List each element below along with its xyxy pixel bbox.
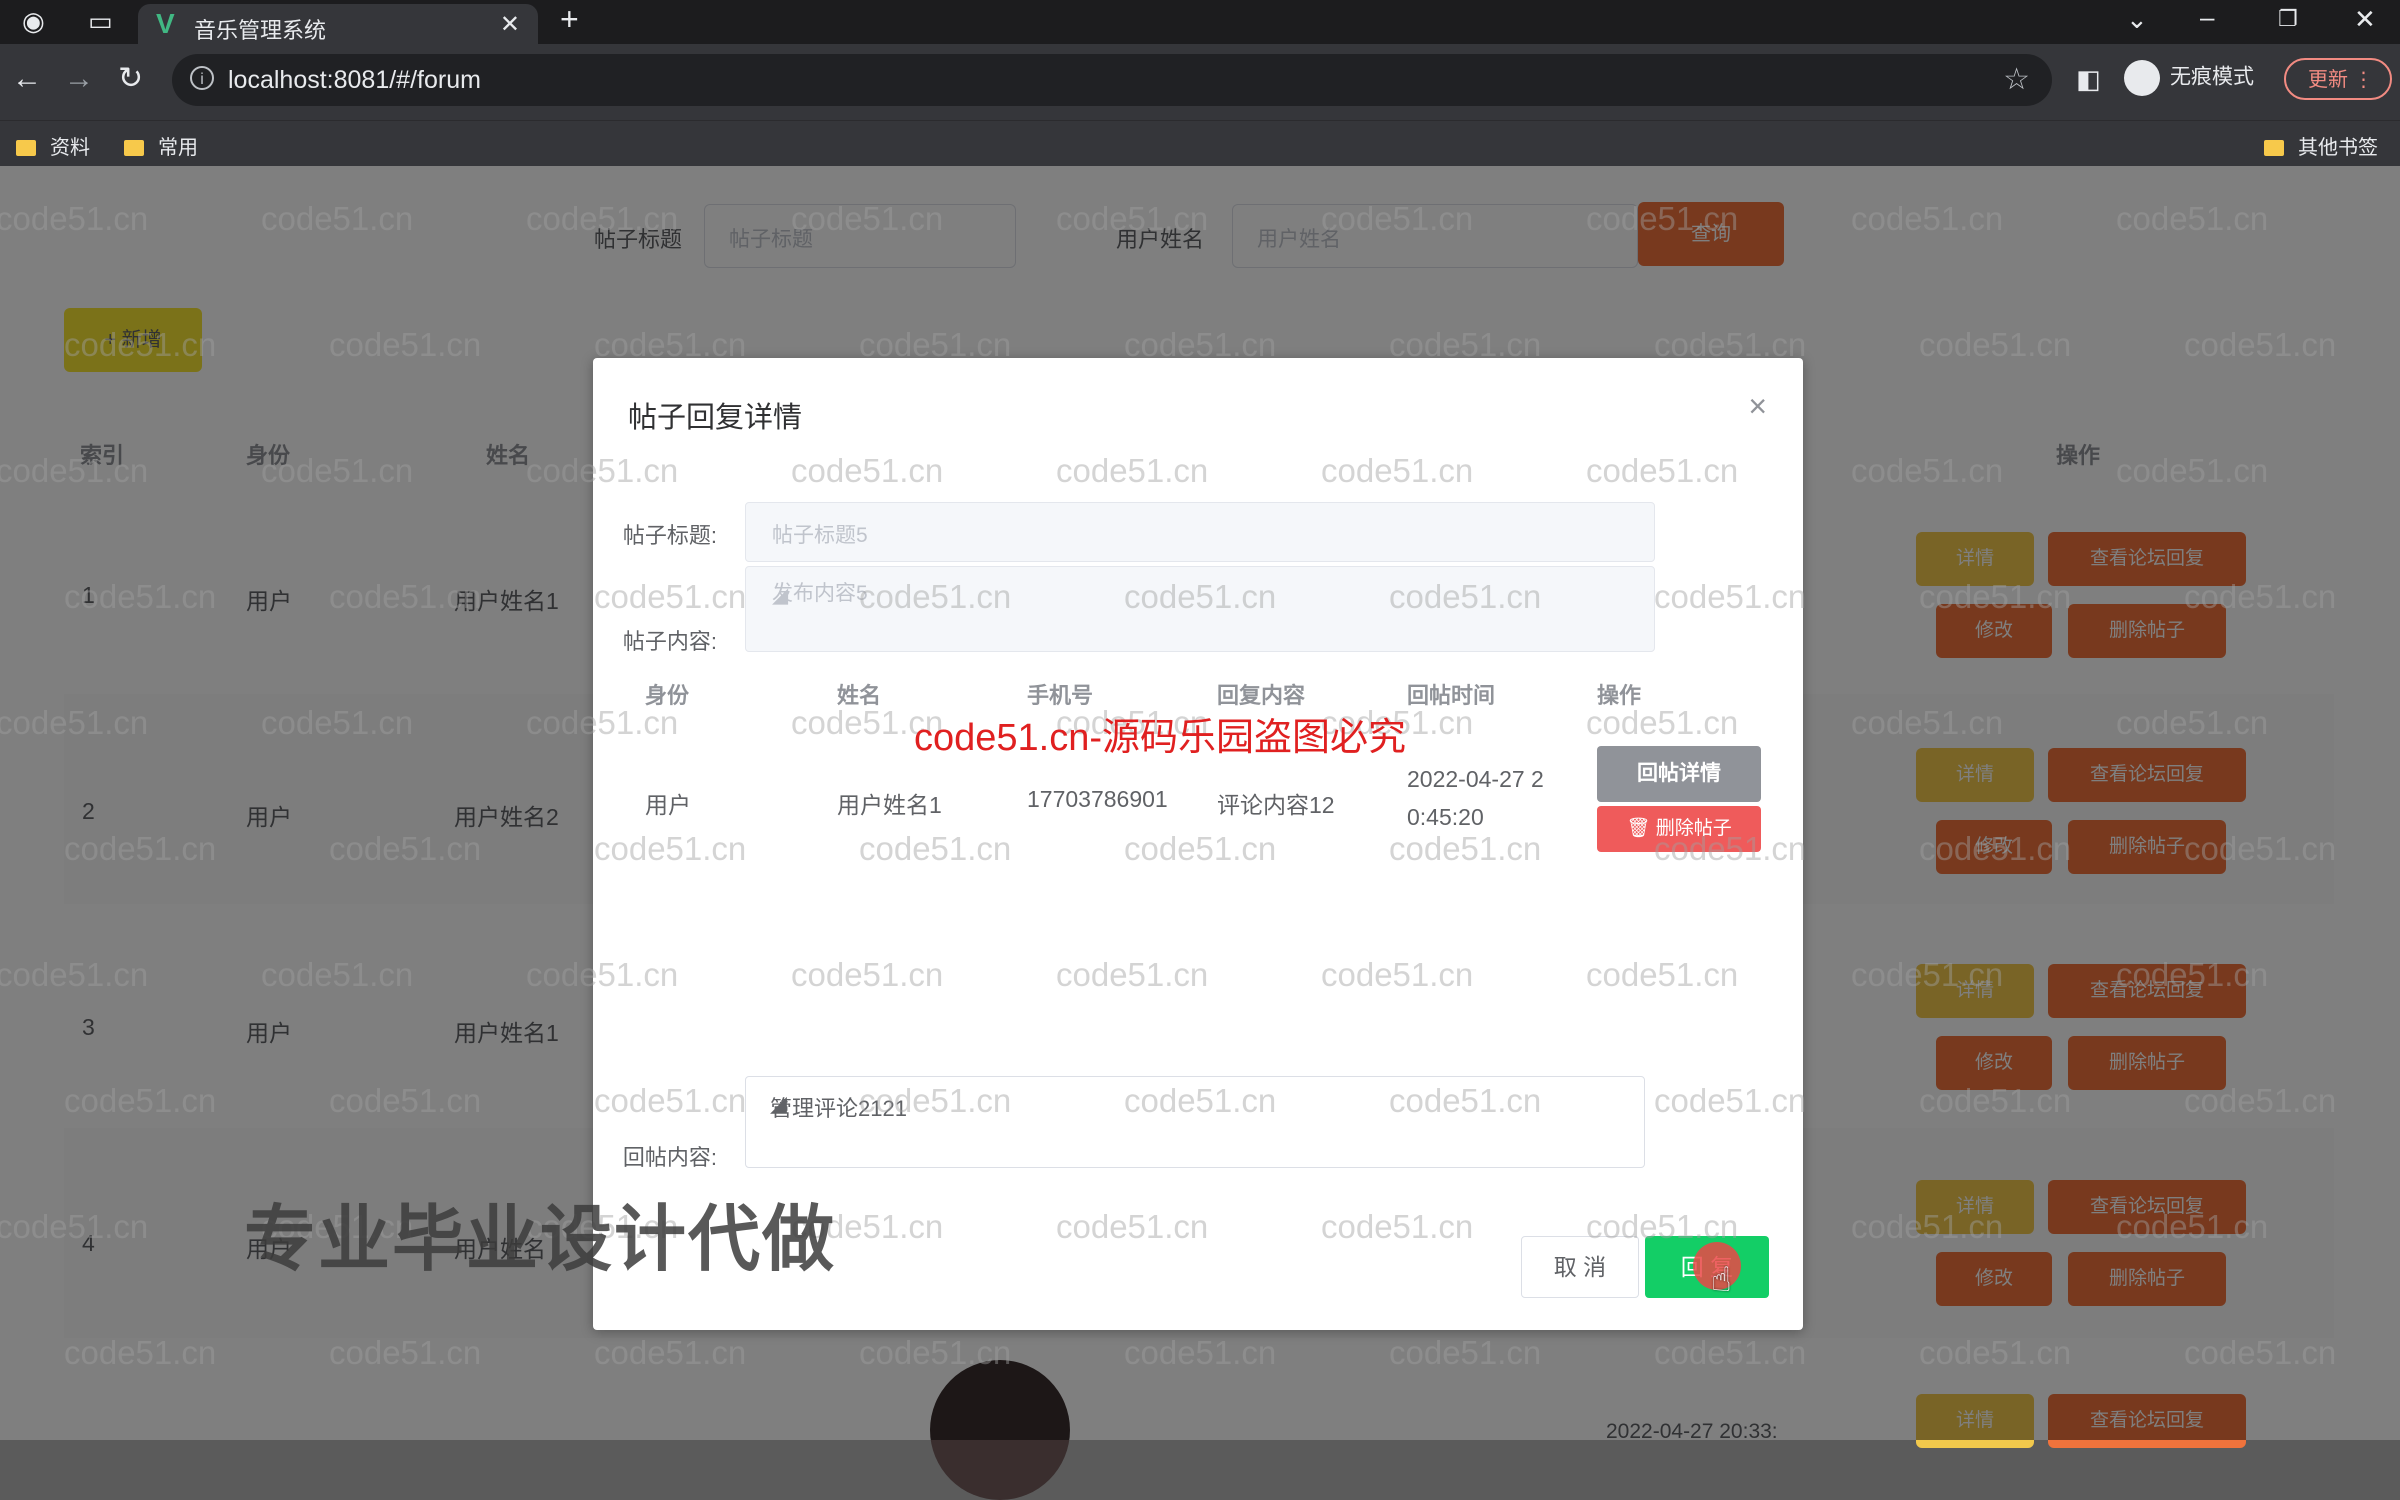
tab-close-icon[interactable]: ✕ [500,10,520,39]
big-watermark: 专业毕业设计代做 [244,1200,837,1280]
bookmark-star-icon[interactable]: ☆ [2003,62,2030,97]
reply-identity: 用户 [645,792,691,818]
tab-title: 音乐管理系统 [194,18,327,43]
address-row: ← → ↻ i localhost:8081/#/forum ☆ ◧ 无痕模式 … [0,44,2400,120]
reply-name: 用户姓名1 [837,792,942,818]
reply-time-line1: 2022-04-27 2 [1407,766,1544,792]
post-title-value: 帖子标题5 [772,524,868,547]
incognito-indicator[interactable]: 无痕模式 [2124,60,2254,96]
minimize-icon[interactable]: – [2200,4,2214,30]
reply-detail-button[interactable]: 回帖详情 [1597,746,1761,802]
close-icon[interactable]: × [1748,388,1767,425]
reply-content: 评论内容12 [1217,792,1335,818]
forward-icon[interactable]: → [64,64,94,94]
tab-strip: ◉ ▭ V 音乐管理系统 ✕ + ⌄ – ❐ ✕ [0,0,2400,44]
resize-handle-icon[interactable]: ◢ [770,1091,1640,1165]
post-content-field: 发布内容5 ◢ [745,566,1655,652]
cancel-button[interactable]: 取 消 [1521,1236,1639,1298]
reply-header-identity: 身份 [645,683,690,708]
other-bookmarks[interactable]: 其他书签 [2264,131,2378,160]
browser-menu-icon[interactable]: ◉ [22,8,45,34]
update-button[interactable]: 更新 ⋮ [2284,58,2392,100]
reply-delete-label: 删除帖子 [1655,818,1732,839]
dialog-title: 帖子回复详情 [628,402,803,434]
bookmark-label: 资料 [50,137,90,159]
post-content-label: 帖子内容: [622,629,717,654]
folder-icon [16,140,36,156]
bookmark-folder-ziliao[interactable]: 资料 [16,131,90,160]
tab-list-chevron-icon[interactable]: ⌄ [2126,6,2148,32]
reply-header-name: 姓名 [837,683,882,708]
window-close-icon[interactable]: ✕ [2354,6,2376,32]
reload-icon[interactable]: ↻ [118,64,143,94]
bookmark-folder-changyong[interactable]: 常用 [124,131,198,160]
back-icon[interactable]: ← [12,64,42,94]
reply-delete-button[interactable]: 🗑 删除帖子 [1597,806,1761,852]
reply-time-line2: 0:45:20 [1407,804,1484,830]
resize-handle-icon[interactable]: ◢ [772,583,1650,649]
folder-icon [2264,140,2284,156]
reply-textarea[interactable]: 管理评论2121 ◢ [745,1076,1645,1168]
hand-cursor-icon: ☝ [1711,1261,1732,1299]
vue-logo-icon: V [156,8,175,39]
browser-chrome: ◉ ▭ V 音乐管理系统 ✕ + ⌄ – ❐ ✕ ← → ↻ i localho… [0,0,2400,167]
trash-icon: 🗑 [1626,818,1656,839]
incognito-icon [2124,60,2160,96]
post-title-label: 帖子标题: [622,523,717,548]
restore-icon[interactable]: ❐ [2278,6,2298,32]
reply-header-time: 回帖时间 [1407,683,1496,708]
other-bookmarks-label: 其他书签 [2298,137,2378,159]
reply-header-actions: 操作 [1597,683,1642,708]
reply-label: 回帖内容: [622,1145,717,1170]
url-text: localhost:8081/#/forum [228,66,481,94]
side-panel-icon[interactable]: ◧ [2076,66,2101,92]
new-tab-icon[interactable]: + [560,3,579,35]
tab-search-icon[interactable]: ▭ [88,8,113,34]
reply-phone: 17703786901 [1027,786,1168,812]
incognito-label: 无痕模式 [2170,65,2254,89]
bookmark-label: 常用 [158,137,198,159]
site-info-icon[interactable]: i [190,66,214,90]
folder-icon [124,140,144,156]
bookmarks-bar: 资料 常用 其他书签 [0,120,2400,167]
browser-tab[interactable]: V 音乐管理系统 ✕ [138,4,538,44]
red-watermark: code51.cn-源码乐园盗图必究 [914,717,1407,759]
post-title-field: 帖子标题5 [745,502,1655,562]
update-label: 更新 [2308,69,2348,91]
address-bar[interactable]: i localhost:8081/#/forum ☆ [172,54,2052,106]
